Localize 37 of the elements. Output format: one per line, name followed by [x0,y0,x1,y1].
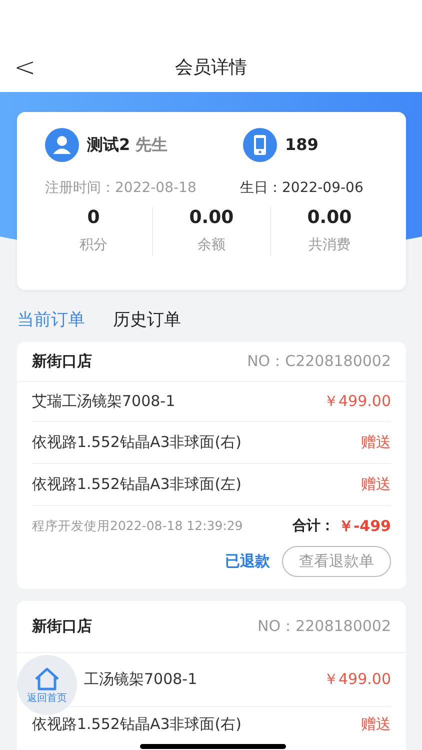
store-name: 新街口店 [32,351,92,372]
store-name: 新街口店 [32,616,92,637]
item-name: 依视路1.552钻晶A3非球面(左) [32,474,242,496]
order-number: NO：C2208180002 [247,351,391,372]
stat-label: 积分 [80,236,108,255]
member-name: 测试2 先生 [87,134,169,156]
birthday: 生日：2022-09-06 [240,179,364,198]
home-icon [34,666,60,690]
phone-icon [243,128,277,162]
stat-value: 0.00 [189,207,234,229]
tab[interactable]: 历史订单 [113,308,181,334]
item-price: ￥499.00 [324,668,391,690]
back-button[interactable]: < [14,54,36,82]
avatar-icon [45,128,79,162]
item-price: ￥499.00 [324,391,391,412]
page-title: 会员详情 [174,56,248,80]
stat-label: 共消费 [308,236,350,255]
tab[interactable]: 当前订单 [17,308,85,334]
refund-status: 已退款 [225,551,270,572]
phone-number: 189 [285,134,318,156]
item-name: 依视路1.552钻晶A3非球面(右) [32,714,242,734]
item-name: 艾瑞工汤镜架7008-1 [32,391,176,412]
registration-date: 注册时间：2022-08-18 [45,179,198,198]
total-amount: ￥-499 [338,516,391,537]
stat-value: 0.00 [307,207,352,229]
order-note: 程序开发使用2022-08-18 12:39:29 [32,516,243,535]
total-label: 合计： [292,516,334,536]
item-price: 赠送 [361,714,391,734]
view-refund-button[interactable]: 查看退款单 [282,546,391,576]
item-price: 赠送 [361,432,391,454]
stat-value: 0 [87,207,100,229]
stat-label: 余额 [198,236,226,255]
home-label: 返回首页 [27,692,67,704]
item-name: 工汤镜架7008-1 [84,668,198,690]
item-name: 依视路1.552钻晶A3非球面(右) [32,432,242,454]
order-number: NO：2208180002 [258,616,391,637]
item-price: 赠送 [361,474,391,496]
